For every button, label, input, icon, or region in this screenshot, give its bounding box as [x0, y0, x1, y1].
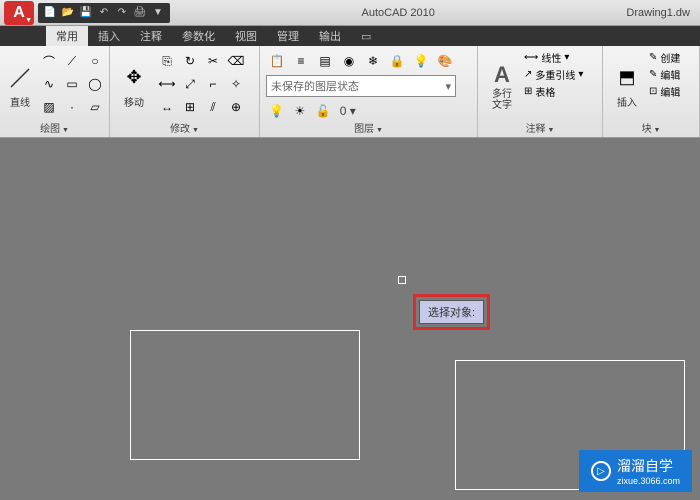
- move-button[interactable]: ✥ 移动: [116, 50, 152, 122]
- tab-output[interactable]: 输出: [309, 26, 351, 46]
- panel-title-layers[interactable]: 图层: [260, 120, 477, 135]
- chevron-down-icon: ▾: [564, 52, 569, 63]
- layer-off-icon[interactable]: 💡: [410, 50, 432, 72]
- arc-icon[interactable]: ⌒: [38, 50, 60, 72]
- open-icon[interactable]: 📂: [60, 5, 76, 21]
- mtext-button[interactable]: A 多行 文字: [484, 50, 520, 122]
- polyline-icon[interactable]: ⟋: [61, 50, 83, 72]
- table-button[interactable]: ⊞表格: [524, 84, 583, 99]
- filename: Drawing1.dw: [626, 7, 690, 19]
- rotate-icon[interactable]: ↻: [179, 50, 201, 72]
- panel-title-modify[interactable]: 修改: [110, 120, 259, 135]
- chevron-down-icon: ▾: [578, 69, 583, 80]
- erase-icon[interactable]: ⌫: [225, 50, 247, 72]
- command-tooltip: 选择对象:: [419, 300, 484, 324]
- linear-icon: ⟷: [524, 52, 538, 63]
- copy-icon[interactable]: ⎘: [156, 50, 178, 72]
- create-icon: ✎: [649, 52, 657, 63]
- offset-icon[interactable]: ⫽: [202, 96, 224, 118]
- text-icon: A: [488, 61, 516, 89]
- layer-bulb-icon[interactable]: 💡: [266, 100, 287, 122]
- layer-state-combo[interactable]: 未保存的图层状态 ▾: [266, 75, 456, 97]
- layer-current-combo[interactable]: 0 ▾: [336, 100, 471, 122]
- layer-sun-icon[interactable]: ☀: [289, 100, 310, 122]
- qat-dropdown-icon[interactable]: ▼: [150, 5, 166, 21]
- tab-view[interactable]: 视图: [225, 26, 267, 46]
- panel-title-draw[interactable]: 绘图: [0, 120, 109, 135]
- ribbon-tabs: 常用 插入 注释 参数化 视图 管理 输出 ▭: [0, 26, 700, 46]
- layer-states-icon[interactable]: ≡: [290, 50, 312, 72]
- line-button[interactable]: 直线: [6, 50, 34, 122]
- quick-access-toolbar: 📄 📂 💾 ↶ ↷ 🖨 ▼: [38, 3, 170, 23]
- rectangle-object[interactable]: [130, 330, 360, 460]
- app-logo[interactable]: A: [4, 1, 34, 25]
- tab-extra-icon[interactable]: ▭: [351, 28, 381, 45]
- tab-manage[interactable]: 管理: [267, 26, 309, 46]
- layer-iso-icon[interactable]: ◉: [338, 50, 360, 72]
- insert-block-icon: ⬒: [613, 64, 641, 92]
- mirror-icon[interactable]: ⟷: [156, 73, 178, 95]
- print-icon[interactable]: 🖨: [132, 5, 148, 21]
- join-icon[interactable]: ⊕: [225, 96, 247, 118]
- undo-icon[interactable]: ↶: [96, 5, 112, 21]
- watermark: ▷ 溜溜自学 zixue.3066.com: [579, 450, 692, 492]
- layer-match-icon[interactable]: 🎨: [434, 50, 456, 72]
- tab-parametric[interactable]: 参数化: [172, 26, 225, 46]
- app-title: AutoCAD 2010: [170, 7, 626, 19]
- panel-title-annotation[interactable]: 注释: [478, 120, 602, 135]
- save-icon[interactable]: 💾: [78, 5, 94, 21]
- layer-freeze-icon[interactable]: ❄: [362, 50, 384, 72]
- point-icon[interactable]: ·: [61, 96, 83, 118]
- trim-icon[interactable]: ✂: [202, 50, 224, 72]
- attr-icon: ⊡: [649, 86, 657, 97]
- insert-block-button[interactable]: ⬒ 插入: [609, 50, 645, 122]
- panel-title-block[interactable]: 块: [603, 120, 699, 135]
- tab-insert[interactable]: 插入: [88, 26, 130, 46]
- mleader-button[interactable]: ↗多重引线▾: [524, 67, 583, 82]
- table-icon: ⊞: [524, 86, 532, 97]
- move-icon: ✥: [120, 64, 148, 92]
- panel-block: ⬒ 插入 ✎创建 ✎编辑 ⊡编辑 块: [603, 46, 700, 137]
- leader-icon: ↗: [524, 69, 532, 80]
- panel-modify: ✥ 移动 ⎘ ↻ ✂ ⌫ ⟷ ⤢ ⌐ ✧ ↔ ⊞ ⫽ ⊕ 修改: [110, 46, 260, 137]
- redo-icon[interactable]: ↷: [114, 5, 130, 21]
- block-attr-button[interactable]: ⊡编辑: [649, 84, 680, 99]
- panel-layers: 📋 ≡ ▤ ◉ ❄ 🔒 💡 🎨 未保存的图层状态 ▾ 💡 ☀ 🔓 0 ▾ 图层: [260, 46, 478, 137]
- layer-unlock-icon[interactable]: 🔓: [312, 100, 333, 122]
- line-icon: [6, 64, 34, 92]
- panel-annotation: A 多行 文字 ⟷线性▾ ↗多重引线▾ ⊞表格 注释: [478, 46, 603, 137]
- stretch-icon[interactable]: ↔: [156, 96, 178, 118]
- explode-icon[interactable]: ✧: [225, 73, 247, 95]
- linear-dim-button[interactable]: ⟷线性▾: [524, 50, 583, 65]
- fillet-icon[interactable]: ⌐: [202, 73, 224, 95]
- panel-draw: 直线 ⌒ ⟋ ○ ∿ ▭ ◯ ▨ · ▱ 绘图: [0, 46, 110, 137]
- block-create-button[interactable]: ✎创建: [649, 50, 680, 65]
- chevron-down-icon: ▾: [445, 80, 451, 93]
- layer-filter-icon[interactable]: ▤: [314, 50, 336, 72]
- tab-annotate[interactable]: 注释: [130, 26, 172, 46]
- layer-prop-icon[interactable]: 📋: [266, 50, 288, 72]
- command-tooltip-highlight: 选择对象:: [413, 294, 490, 330]
- ellipse-icon[interactable]: ◯: [84, 73, 106, 95]
- layer-lock-icon[interactable]: 🔒: [386, 50, 408, 72]
- spline-icon[interactable]: ∿: [38, 73, 60, 95]
- edit-icon: ✎: [649, 69, 657, 80]
- block-edit-button[interactable]: ✎编辑: [649, 67, 680, 82]
- play-icon: ▷: [591, 461, 611, 481]
- scale-icon[interactable]: ⤢: [179, 73, 201, 95]
- circle-icon[interactable]: ○: [84, 50, 106, 72]
- hatch-icon[interactable]: ▨: [38, 96, 60, 118]
- ribbon: 直线 ⌒ ⟋ ○ ∿ ▭ ◯ ▨ · ▱ 绘图 ✥ 移动 ⎘ ↻: [0, 46, 700, 138]
- new-icon[interactable]: 📄: [42, 5, 58, 21]
- region-icon[interactable]: ▱: [84, 96, 106, 118]
- rectangle-icon[interactable]: ▭: [61, 73, 83, 95]
- tab-home[interactable]: 常用: [46, 26, 88, 46]
- array-icon[interactable]: ⊞: [179, 96, 201, 118]
- drawing-canvas[interactable]: 选择对象: ▷ 溜溜自学 zixue.3066.com: [0, 138, 700, 500]
- cursor-pickbox: [398, 276, 406, 284]
